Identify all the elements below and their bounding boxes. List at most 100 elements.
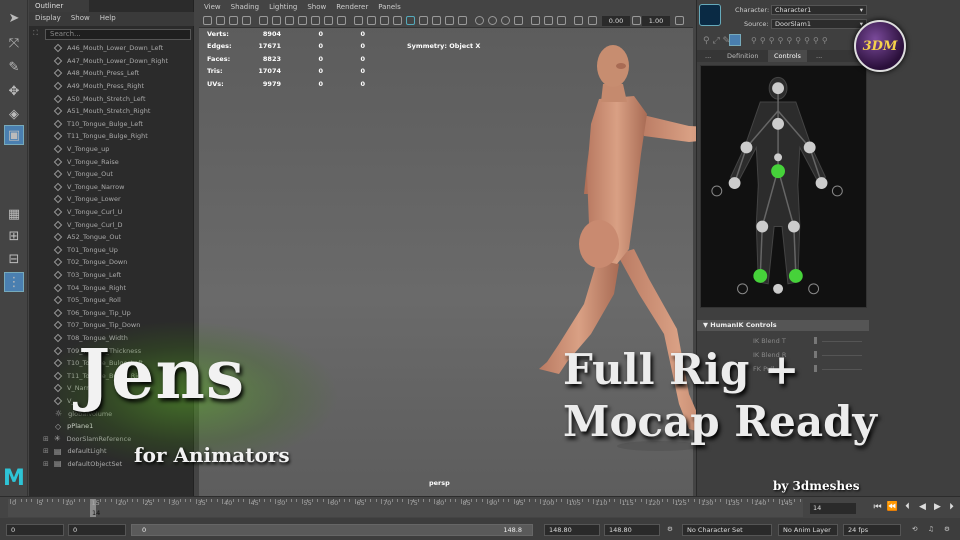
single-layout-icon[interactable]: ▦: [4, 204, 24, 224]
hik-character-controls[interactable]: [700, 65, 867, 308]
right-hand-expand-icon[interactable]: [831, 185, 843, 197]
floor-effector[interactable]: [773, 283, 784, 294]
sound-icon[interactable]: ♫: [928, 525, 934, 533]
humanik-controls-header[interactable]: ▼ HumanIK Controls: [697, 320, 869, 331]
lasso-tool-icon[interactable]: ⤧: [4, 33, 24, 53]
outliner-item[interactable]: T01_Tongue_Up: [29, 244, 194, 257]
outliner-item[interactable]: A46_Mouth_Lower_Down_Left: [29, 42, 194, 55]
menu-shading[interactable]: Shading: [231, 3, 259, 11]
image-plane-icon[interactable]: [242, 16, 251, 25]
film-gate-icon[interactable]: [272, 16, 281, 25]
timeline-ruler[interactable]: 14 0 5 10 15 20 25 30 35 40 45 50 55 60 65 70 75 80 85 90 9…: [8, 499, 803, 517]
gamma-field-icon[interactable]: [632, 16, 641, 25]
character-set-select[interactable]: No Character Set: [682, 524, 772, 536]
bookmark-icon[interactable]: [229, 16, 238, 25]
two-view-layout-icon[interactable]: ⊟: [4, 249, 24, 269]
color-manage-icon[interactable]: [557, 16, 566, 25]
outliner-layout-icon[interactable]: ⋮: [4, 272, 24, 292]
camera-select-icon[interactable]: [203, 16, 212, 25]
right-foot-expand-icon[interactable]: [808, 283, 820, 295]
outliner-item[interactable]: T06_Tongue_Tip_Up: [29, 306, 194, 319]
loop-icon[interactable]: ⟲: [912, 525, 917, 533]
menu-lighting[interactable]: Lighting: [269, 3, 297, 11]
wireframe-icon[interactable]: [354, 16, 363, 25]
outliner-item[interactable]: V_Tongue_Out: [29, 168, 194, 181]
gamma-field[interactable]: 1.00: [642, 16, 670, 26]
left-ankle-effector[interactable]: [753, 269, 768, 283]
view-transform-toggle-icon[interactable]: [675, 16, 684, 25]
left-foot-expand-icon[interactable]: [737, 283, 748, 295]
outliner-item[interactable]: V_Tongue_up: [29, 143, 194, 156]
menu-view[interactable]: View: [204, 3, 221, 11]
menu-panels[interactable]: Panels: [378, 3, 401, 11]
outliner-item[interactable]: A47_Mouth_Lower_Down_Right: [29, 55, 194, 68]
outliner-item[interactable]: T02_Tongue_Down: [29, 256, 194, 269]
expand-icon[interactable]: ⊞: [43, 460, 49, 468]
outliner-item[interactable]: T11_Tongue_Bulge_Right: [29, 130, 194, 143]
tab-more-left[interactable]: ...: [699, 50, 717, 62]
outliner-tab[interactable]: Outliner: [29, 0, 89, 12]
tab-definition[interactable]: Definition: [721, 50, 764, 62]
gate-mask-icon[interactable]: [298, 16, 307, 25]
select-tool-icon[interactable]: ➤: [4, 8, 24, 28]
expand-icon[interactable]: ⊞: [43, 435, 49, 443]
outliner-item[interactable]: A48_Mouth_Press_Left: [29, 67, 194, 80]
scene-start-field[interactable]: 0: [6, 524, 64, 536]
character-select[interactable]: Character1 ▾: [771, 5, 867, 15]
resolution-gate-icon[interactable]: [285, 16, 294, 25]
anim-start-field[interactable]: 0: [68, 524, 126, 536]
chest-effector[interactable]: [772, 117, 784, 130]
range-slider[interactable]: 0 148.8: [131, 524, 533, 536]
preferences-icon[interactable]: ⚙: [944, 525, 950, 533]
anim-layer-select[interactable]: No Anim Layer: [778, 524, 838, 536]
left-knee-effector[interactable]: [756, 220, 769, 233]
outliner-item[interactable]: A50_Mouth_Stretch_Left: [29, 92, 194, 105]
ik-blend-t-slider[interactable]: [814, 337, 817, 344]
safe-title-icon[interactable]: [337, 16, 346, 25]
play-forwards-icon[interactable]: ▶: [931, 500, 944, 514]
wireframe-on-shaded-icon[interactable]: [380, 16, 389, 25]
right-wrist-effector[interactable]: [815, 177, 828, 189]
step-back-frame-icon[interactable]: ⏴: [901, 500, 914, 514]
current-frame-field[interactable]: 14: [810, 503, 856, 514]
scale-tool-icon[interactable]: ▣: [4, 125, 24, 145]
anti-aliasing-icon[interactable]: [458, 16, 467, 25]
menu-help[interactable]: Help: [100, 14, 116, 24]
rotate-tool-icon[interactable]: ◈: [4, 104, 24, 124]
left-hand-expand-icon[interactable]: [711, 185, 723, 197]
safe-action-icon[interactable]: [324, 16, 333, 25]
hik-tool-icons[interactable]: ⚲ ⤢ ✎: [703, 36, 730, 46]
gamma-icon[interactable]: [544, 16, 553, 25]
left-wrist-effector[interactable]: [728, 177, 741, 189]
hik-info-icon[interactable]: [729, 34, 741, 46]
lights-icon[interactable]: [406, 16, 415, 25]
xray-components-icon[interactable]: [514, 16, 523, 25]
expand-icon[interactable]: ⊞: [43, 447, 49, 455]
character-set-icon[interactable]: ⚙: [667, 525, 673, 533]
textured-icon[interactable]: [393, 16, 402, 25]
exposure-icon[interactable]: [531, 16, 540, 25]
isolate-select-icon[interactable]: [475, 16, 484, 25]
left-elbow-effector[interactable]: [740, 141, 753, 154]
outliner-item[interactable]: A51_Mouth_Stretch_Right: [29, 105, 194, 118]
menu-display[interactable]: Display: [35, 14, 61, 24]
outliner-item[interactable]: V_Tongue_Narrow: [29, 181, 194, 194]
outliner-item[interactable]: A52_Tongue_Out: [29, 231, 194, 244]
play-backwards-icon[interactable]: ◀: [916, 500, 929, 514]
right-knee-effector[interactable]: [787, 220, 800, 233]
go-to-start-icon[interactable]: ⏮: [871, 500, 884, 514]
hik-key-icons[interactable]: ⚲⚲⚲⚲⚲⚲⚲⚲⚲: [751, 36, 831, 45]
xray-joints-icon[interactable]: [501, 16, 510, 25]
fps-select[interactable]: 24 fps: [843, 524, 901, 536]
outliner-search-input[interactable]: Search...: [45, 29, 191, 40]
exposure-field-icon[interactable]: [588, 16, 597, 25]
outliner-item[interactable]: T10_Tongue_Bulge_Left: [29, 118, 194, 131]
outliner-item[interactable]: T03_Tongue_Left: [29, 269, 194, 282]
move-tool-icon[interactable]: ✥: [4, 81, 24, 101]
anim-end-field[interactable]: 148.80: [604, 524, 660, 536]
paint-select-icon[interactable]: ✎: [4, 57, 24, 77]
outliner-item[interactable]: V_Tongue_Curl_U: [29, 206, 194, 219]
menu-renderer[interactable]: Renderer: [336, 3, 368, 11]
four-view-layout-icon[interactable]: ⊞: [4, 226, 24, 246]
outliner-item[interactable]: T05_Tongue_Roll: [29, 294, 194, 307]
